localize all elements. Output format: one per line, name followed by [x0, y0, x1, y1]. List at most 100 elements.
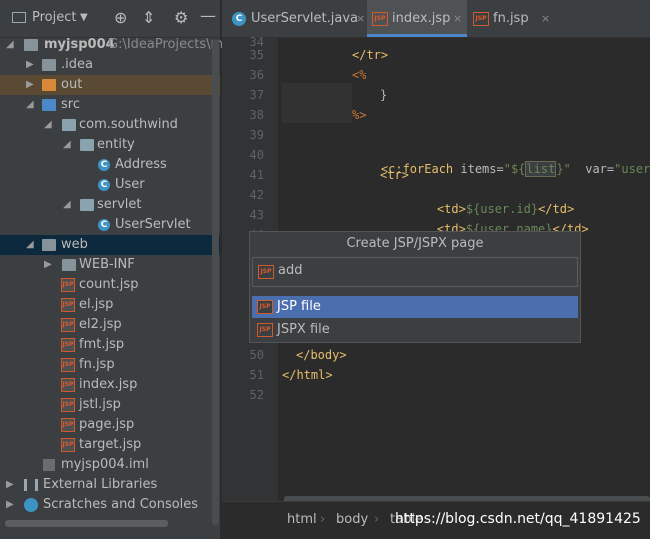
project-view-dropdown[interactable]: Project — [32, 10, 76, 25]
code-token: list — [525, 161, 557, 177]
code-line-38: %> — [352, 108, 367, 122]
tree-item-fn-jsp[interactable]: JSP fn.jsp — [0, 355, 220, 375]
chevron-down-icon[interactable]: ▼ — [80, 12, 88, 23]
tab-fn-jsp[interactable]: JSP fn.jsp × — [471, 0, 561, 37]
tree-item-label: Address — [115, 157, 167, 172]
tree-item-idea[interactable]: ▶ .idea — [0, 55, 220, 75]
tree-item-el2-jsp[interactable]: JSP el2.jsp — [0, 315, 220, 335]
chevron-down-icon[interactable]: ◢ — [63, 195, 73, 215]
tab-label: UserServlet.java — [251, 11, 358, 26]
tree-item-myjsp004[interactable]: ◢ myjsp004 G:\IdeaProjects\myj — [0, 35, 234, 55]
close-icon[interactable]: × — [356, 0, 365, 38]
tree-item-com-southwind[interactable]: ◢ com.southwind — [0, 115, 220, 135]
tree-item-label: el.jsp — [79, 297, 114, 312]
locate-icon[interactable]: ⊕ — [114, 8, 127, 27]
popup-item-jspx-file[interactable]: JSP JSPX file — [252, 319, 578, 341]
editor-tabs: C UserServlet.java × JSP index.jsp × JSP… — [222, 0, 650, 38]
tree-item-userservlet[interactable]: C UserServlet — [0, 215, 220, 235]
gear-icon[interactable]: ⚙ — [174, 8, 188, 27]
line-number: 34 — [249, 35, 264, 49]
project-view-icon — [12, 12, 26, 23]
tree-item-src[interactable]: ◢ src — [0, 95, 220, 115]
tree-item-user[interactable]: C User — [0, 175, 220, 195]
popup-item-label: JSP file — [277, 299, 321, 314]
jsp-file-icon: JSP — [372, 12, 388, 26]
chevron-right-icon[interactable]: ▶ — [44, 255, 54, 275]
package-icon — [62, 119, 76, 131]
chevron-down-icon[interactable]: ◢ — [63, 135, 73, 155]
library-icon — [24, 479, 38, 491]
breadcrumb-item[interactable]: body — [336, 512, 368, 527]
chevron-down-icon[interactable]: ◢ — [6, 35, 16, 55]
tree-item-label: fmt.jsp — [79, 337, 125, 352]
tree-item-scratches[interactable]: ▶ Scratches and Consoles — [0, 495, 220, 515]
tree-item-el-jsp[interactable]: JSP el.jsp — [0, 295, 220, 315]
tree-item-count-jsp[interactable]: JSP count.jsp — [0, 275, 220, 295]
collapse-all-icon[interactable]: ⇕ — [142, 8, 155, 27]
jsp-file-icon: JSP — [61, 278, 75, 292]
tree-item-label: com.southwind — [79, 117, 178, 132]
line-number: 43 — [249, 208, 264, 222]
close-icon[interactable]: × — [453, 0, 462, 38]
tree-item-jstl-jsp[interactable]: JSP jstl.jsp — [0, 395, 220, 415]
tree-item-label: index.jsp — [79, 377, 138, 392]
chevron-right-icon: › — [374, 512, 380, 527]
tree-item-label: el2.jsp — [79, 317, 122, 332]
tree-item-label: UserServlet — [115, 217, 191, 232]
line-number: 50 — [249, 348, 264, 362]
popup-item-jsp-file[interactable]: JSP JSP file — [252, 296, 578, 318]
code-token: "user" — [614, 162, 650, 176]
line-number: 37 — [249, 88, 264, 102]
tree-item-index-jsp[interactable]: JSP index.jsp — [0, 375, 220, 395]
popup-name-input[interactable]: JSP add — [252, 257, 578, 287]
jsp-file-icon: JSP — [61, 358, 75, 372]
breadcrumb-item[interactable]: html — [287, 512, 317, 527]
tree-item-label: target.jsp — [79, 437, 142, 452]
class-icon: C — [98, 159, 110, 171]
module-folder-icon — [24, 39, 38, 51]
tree-item-label: myjsp004.iml — [61, 457, 149, 472]
jsp-file-icon: JSP — [473, 12, 489, 26]
create-page-popup: Create JSP/JSPX page JSP add JSP JSP fil… — [249, 231, 581, 343]
tree-item-target-jsp[interactable]: JSP target.jsp — [0, 435, 220, 455]
tab-label: fn.jsp — [493, 11, 529, 26]
tree-item-page-jsp[interactable]: JSP page.jsp — [0, 415, 220, 435]
chevron-right-icon[interactable]: ▶ — [26, 55, 36, 75]
class-icon: C — [98, 219, 110, 231]
chevron-right-icon[interactable]: ▶ — [6, 475, 16, 495]
package-icon — [80, 139, 94, 151]
vertical-scrollbar[interactable] — [212, 40, 219, 525]
scriptlet-highlight — [282, 83, 352, 123]
tree-item-iml[interactable]: myjsp004.iml — [0, 455, 220, 475]
tab-index-jsp[interactable]: JSP index.jsp × — [367, 0, 467, 37]
tree-item-entity[interactable]: ◢ entity — [0, 135, 220, 155]
tree-item-fmt-jsp[interactable]: JSP fmt.jsp — [0, 335, 220, 355]
horizontal-scrollbar[interactable] — [5, 520, 168, 527]
tree-item-out[interactable]: ▶ out — [0, 75, 220, 95]
chevron-down-icon[interactable]: ◢ — [26, 95, 36, 115]
folder-icon — [62, 259, 76, 271]
popup-input-value: add — [278, 263, 303, 278]
tree-item-web[interactable]: ◢ web — [0, 235, 220, 255]
scratches-icon — [24, 498, 38, 512]
tab-userservlet-java[interactable]: C UserServlet.java × — [224, 0, 365, 38]
chevron-down-icon[interactable]: ◢ — [26, 235, 36, 255]
close-icon[interactable]: × — [541, 0, 550, 38]
jsp-file-icon: JSP — [61, 438, 75, 452]
jspx-file-icon: JSP — [257, 323, 273, 337]
minimize-icon[interactable]: — — [200, 6, 216, 25]
chevron-down-icon[interactable]: ◢ — [44, 115, 54, 135]
chevron-right-icon: › — [320, 512, 326, 527]
tree-item-address[interactable]: C Address — [0, 155, 220, 175]
chevron-right-icon[interactable]: ▶ — [6, 495, 16, 515]
tree-item-servlet[interactable]: ◢ servlet — [0, 195, 220, 215]
tree-item-web-inf[interactable]: ▶ WEB-INF — [0, 255, 220, 275]
tree-item-label: jstl.jsp — [79, 397, 121, 412]
tree-item-external-libraries[interactable]: ▶ External Libraries — [0, 475, 220, 495]
tree-item-label: .idea — [61, 57, 93, 72]
line-number: 38 — [249, 108, 264, 122]
popup-item-label: JSPX file — [277, 322, 330, 337]
class-icon: C — [98, 179, 110, 191]
jsp-file-icon: JSP — [61, 318, 75, 332]
chevron-right-icon[interactable]: ▶ — [26, 75, 36, 95]
